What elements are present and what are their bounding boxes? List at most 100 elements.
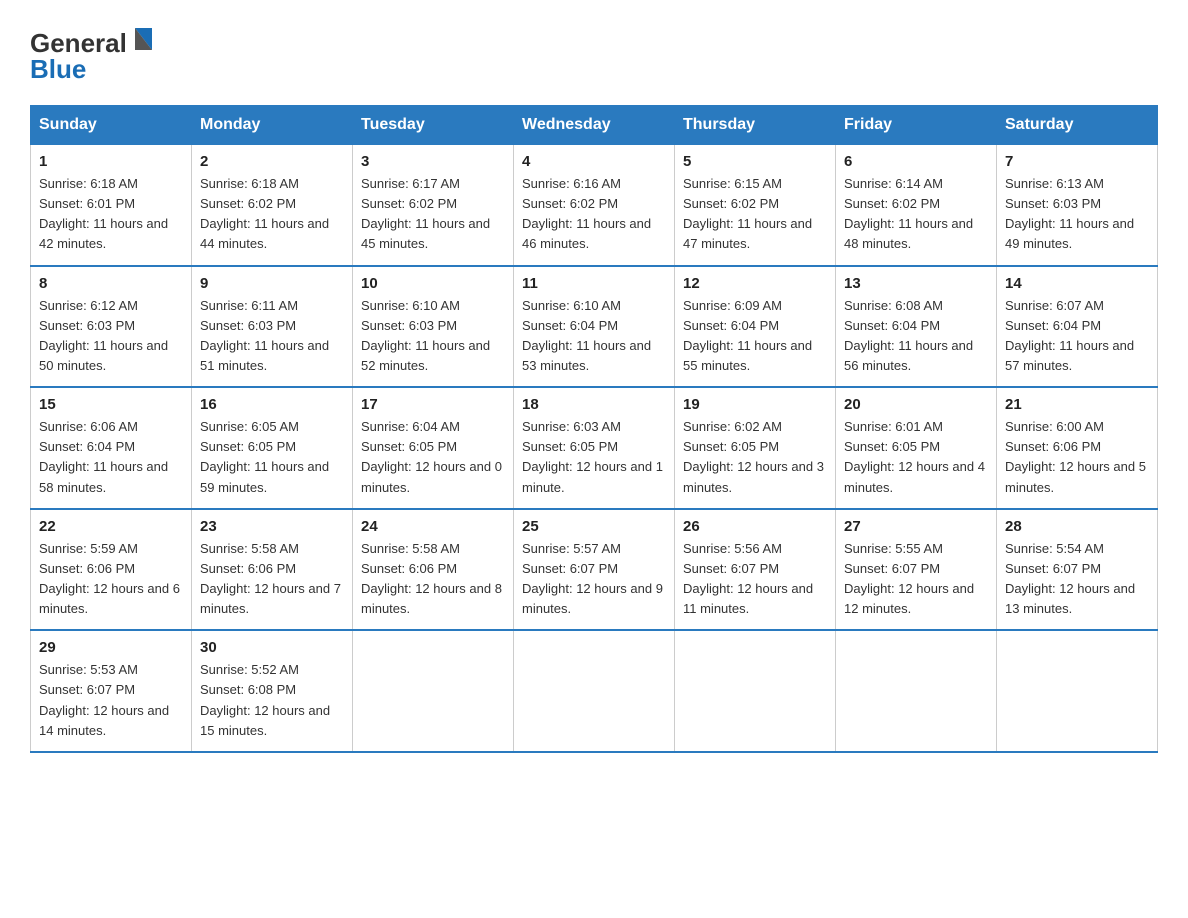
day-number: 22 — [39, 518, 183, 535]
day-cell: 4 Sunrise: 6:16 AMSunset: 6:02 PMDaylight… — [514, 145, 675, 266]
day-info: Sunrise: 6:13 AMSunset: 6:03 PMDaylight:… — [1005, 174, 1149, 255]
day-info: Sunrise: 6:15 AMSunset: 6:02 PMDaylight:… — [683, 174, 827, 255]
logo: General Blue — [30, 20, 160, 85]
day-cell: 18Sunrise: 6:03 AMSunset: 6:05 PMDayligh… — [514, 387, 675, 509]
day-cell: 28 Sunrise: 5:54 AMSunset: 6:07 PMDayligh… — [997, 509, 1158, 631]
week-row-4: 22Sunrise: 5:59 AMSunset: 6:06 PMDayligh… — [31, 509, 1158, 631]
day-number: 20 — [844, 396, 988, 413]
week-row-2: 8 Sunrise: 6:12 AMSunset: 6:03 PMDaylight… — [31, 266, 1158, 388]
day-info: Sunrise: 6:14 AMSunset: 6:02 PMDaylight:… — [844, 174, 988, 255]
day-info: Sunrise: 5:53 AMSunset: 6:07 PMDaylight:… — [39, 660, 183, 741]
day-number: 30 — [200, 639, 344, 656]
day-cell: 17 Sunrise: 6:04 AMSunset: 6:05 PMDayligh… — [353, 387, 514, 509]
day-number: 21 — [1005, 396, 1149, 413]
day-number: 5 — [683, 153, 827, 170]
day-cell: 11 Sunrise: 6:10 AMSunset: 6:04 PMDayligh… — [514, 266, 675, 388]
day-info: Sunrise: 5:58 AMSunset: 6:06 PMDaylight:… — [361, 539, 505, 620]
day-cell: 24 Sunrise: 5:58 AMSunset: 6:06 PMDayligh… — [353, 509, 514, 631]
day-cell: 22Sunrise: 5:59 AMSunset: 6:06 PMDayligh… — [31, 509, 192, 631]
day-cell — [836, 630, 997, 752]
day-number: 7 — [1005, 153, 1149, 170]
day-info: Sunrise: 6:03 AMSunset: 6:05 PMDaylight:… — [522, 417, 666, 498]
day-info: Sunrise: 6:09 AMSunset: 6:04 PMDaylight:… — [683, 296, 827, 377]
day-cell: 21 Sunrise: 6:00 AMSunset: 6:06 PMDayligh… — [997, 387, 1158, 509]
day-info: Sunrise: 6:12 AMSunset: 6:03 PMDaylight:… — [39, 296, 183, 377]
day-cell: 10Sunrise: 6:10 AMSunset: 6:03 PMDayligh… — [353, 266, 514, 388]
day-number: 15 — [39, 396, 183, 413]
week-row-5: 29 Sunrise: 5:53 AMSunset: 6:07 PMDayligh… — [31, 630, 1158, 752]
day-cell — [514, 630, 675, 752]
day-cell: 1Sunrise: 6:18 AMSunset: 6:01 PMDaylight… — [31, 145, 192, 266]
header-cell-saturday: Saturday — [997, 106, 1158, 145]
day-cell: 5 Sunrise: 6:15 AMSunset: 6:02 PMDaylight… — [675, 145, 836, 266]
day-cell: 16 Sunrise: 6:05 AMSunset: 6:05 PMDayligh… — [192, 387, 353, 509]
day-cell: 6 Sunrise: 6:14 AMSunset: 6:02 PMDaylight… — [836, 145, 997, 266]
header-cell-friday: Friday — [836, 106, 997, 145]
day-info: Sunrise: 6:10 AMSunset: 6:04 PMDaylight:… — [522, 296, 666, 377]
day-cell: 25 Sunrise: 5:57 AMSunset: 6:07 PMDayligh… — [514, 509, 675, 631]
day-info: Sunrise: 6:18 AMSunset: 6:02 PMDaylight:… — [200, 174, 344, 255]
day-info: Sunrise: 5:58 AMSunset: 6:06 PMDaylight:… — [200, 539, 344, 620]
day-number: 13 — [844, 275, 988, 292]
day-info: Sunrise: 6:00 AMSunset: 6:06 PMDaylight:… — [1005, 417, 1149, 498]
day-number: 3 — [361, 153, 505, 170]
day-cell: 15 Sunrise: 6:06 AMSunset: 6:04 PMDayligh… — [31, 387, 192, 509]
day-info: Sunrise: 6:18 AMSunset: 6:01 PMDaylight:… — [39, 174, 183, 255]
day-number: 23 — [200, 518, 344, 535]
day-number: 24 — [361, 518, 505, 535]
day-number: 28 — [1005, 518, 1149, 535]
day-info: Sunrise: 6:11 AMSunset: 6:03 PMDaylight:… — [200, 296, 344, 377]
day-info: Sunrise: 6:01 AMSunset: 6:05 PMDaylight:… — [844, 417, 988, 498]
day-number: 6 — [844, 153, 988, 170]
day-cell — [675, 630, 836, 752]
day-info: Sunrise: 5:55 AMSunset: 6:07 PMDaylight:… — [844, 539, 988, 620]
day-info: Sunrise: 6:17 AMSunset: 6:02 PMDaylight:… — [361, 174, 505, 255]
day-number: 29 — [39, 639, 183, 656]
day-info: Sunrise: 6:05 AMSunset: 6:05 PMDaylight:… — [200, 417, 344, 498]
page-header: General Blue — [30, 20, 1158, 85]
day-cell: 13 Sunrise: 6:08 AMSunset: 6:04 PMDayligh… — [836, 266, 997, 388]
day-info: Sunrise: 5:56 AMSunset: 6:07 PMDaylight:… — [683, 539, 827, 620]
day-number: 17 — [361, 396, 505, 413]
day-info: Sunrise: 5:54 AMSunset: 6:07 PMDaylight:… — [1005, 539, 1149, 620]
day-cell — [997, 630, 1158, 752]
day-number: 16 — [200, 396, 344, 413]
day-number: 9 — [200, 275, 344, 292]
day-info: Sunrise: 5:57 AMSunset: 6:07 PMDaylight:… — [522, 539, 666, 620]
day-number: 8 — [39, 275, 183, 292]
day-number: 11 — [522, 275, 666, 292]
day-number: 19 — [683, 396, 827, 413]
header-cell-monday: Monday — [192, 106, 353, 145]
day-cell: 12Sunrise: 6:09 AMSunset: 6:04 PMDayligh… — [675, 266, 836, 388]
day-number: 2 — [200, 153, 344, 170]
day-number: 25 — [522, 518, 666, 535]
day-info: Sunrise: 6:02 AMSunset: 6:05 PMDaylight:… — [683, 417, 827, 498]
day-cell: 2 Sunrise: 6:18 AMSunset: 6:02 PMDaylight… — [192, 145, 353, 266]
day-number: 4 — [522, 153, 666, 170]
day-cell: 14 Sunrise: 6:07 AMSunset: 6:04 PMDayligh… — [997, 266, 1158, 388]
day-cell: 20 Sunrise: 6:01 AMSunset: 6:05 PMDayligh… — [836, 387, 997, 509]
day-cell: 30Sunrise: 5:52 AMSunset: 6:08 PMDayligh… — [192, 630, 353, 752]
logo-svg: General Blue — [30, 20, 160, 85]
day-number: 27 — [844, 518, 988, 535]
day-info: Sunrise: 6:04 AMSunset: 6:05 PMDaylight:… — [361, 417, 505, 498]
day-info: Sunrise: 6:08 AMSunset: 6:04 PMDaylight:… — [844, 296, 988, 377]
day-cell: 19 Sunrise: 6:02 AMSunset: 6:05 PMDayligh… — [675, 387, 836, 509]
week-row-1: 1Sunrise: 6:18 AMSunset: 6:01 PMDaylight… — [31, 145, 1158, 266]
day-cell: 9 Sunrise: 6:11 AMSunset: 6:03 PMDaylight… — [192, 266, 353, 388]
day-cell: 29 Sunrise: 5:53 AMSunset: 6:07 PMDayligh… — [31, 630, 192, 752]
day-info: Sunrise: 6:06 AMSunset: 6:04 PMDaylight:… — [39, 417, 183, 498]
day-info: Sunrise: 6:07 AMSunset: 6:04 PMDaylight:… — [1005, 296, 1149, 377]
header-cell-tuesday: Tuesday — [353, 106, 514, 145]
day-cell: 7 Sunrise: 6:13 AMSunset: 6:03 PMDaylight… — [997, 145, 1158, 266]
header-cell-sunday: Sunday — [31, 106, 192, 145]
day-number: 14 — [1005, 275, 1149, 292]
day-cell: 26Sunrise: 5:56 AMSunset: 6:07 PMDayligh… — [675, 509, 836, 631]
day-info: Sunrise: 6:16 AMSunset: 6:02 PMDaylight:… — [522, 174, 666, 255]
calendar-body: 1Sunrise: 6:18 AMSunset: 6:01 PMDaylight… — [31, 145, 1158, 752]
header-cell-thursday: Thursday — [675, 106, 836, 145]
header-row: SundayMondayTuesdayWednesdayThursdayFrid… — [31, 106, 1158, 145]
day-cell — [353, 630, 514, 752]
day-number: 10 — [361, 275, 505, 292]
day-cell: 27 Sunrise: 5:55 AMSunset: 6:07 PMDayligh… — [836, 509, 997, 631]
